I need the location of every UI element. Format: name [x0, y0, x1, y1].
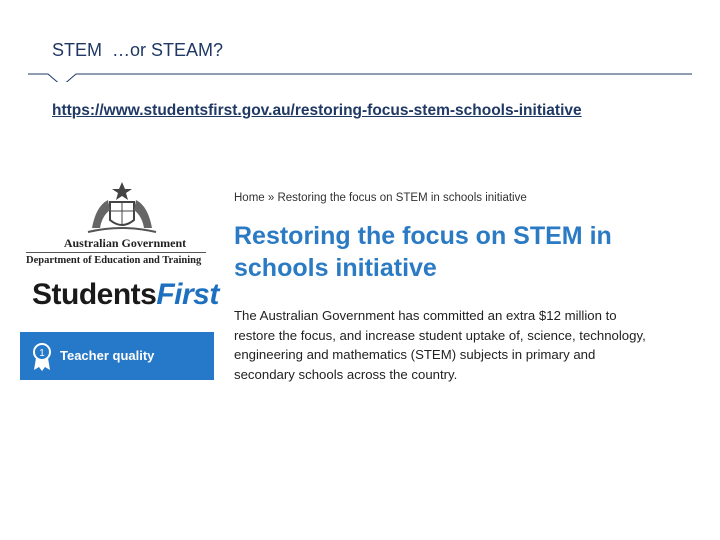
award-ribbon-icon: 1: [33, 343, 51, 371]
teacher-quality-tile[interactable]: 1 Teacher quality: [20, 332, 214, 380]
title-divider: [28, 73, 692, 82]
logo-part-students: Students: [32, 278, 157, 311]
page-body-text: The Australian Government has committed …: [234, 308, 646, 382]
header-divider: [26, 252, 206, 253]
breadcrumb[interactable]: Home » Restoring the focus on STEM in sc…: [234, 192, 527, 204]
logo-part-first: First: [156, 278, 219, 311]
government-name: Australian Government: [63, 236, 187, 250]
coat-of-arms-icon: [87, 182, 157, 233]
department-name: Department of Education and Training: [26, 255, 202, 266]
source-url-link[interactable]: https://www.studentsfirst.gov.au/restori…: [52, 102, 582, 120]
teacher-quality-label: Teacher quality: [60, 348, 155, 363]
website-screenshot: Australian Government Department of Educ…: [20, 180, 660, 390]
students-first-logo: StudentsFirst: [32, 278, 219, 312]
svg-text:1: 1: [39, 348, 45, 359]
page-heading: Restoring the focus on STEM in schools i…: [234, 222, 612, 282]
